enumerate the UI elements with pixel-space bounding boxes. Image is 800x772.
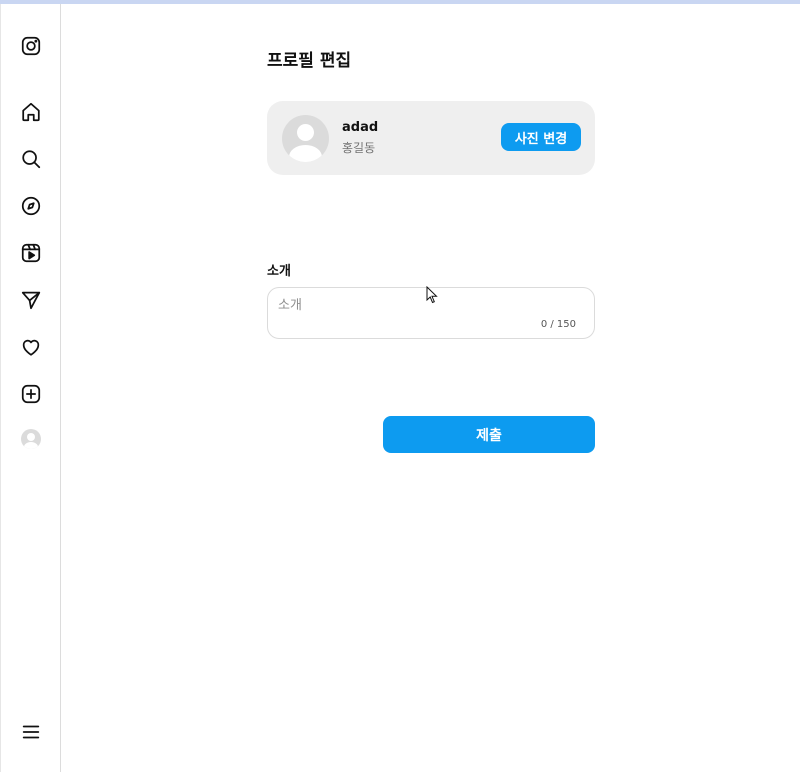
create-plus-icon[interactable] bbox=[19, 382, 43, 406]
avatar-head-shape bbox=[297, 124, 314, 141]
avatar-body-shape bbox=[289, 145, 322, 162]
bio-character-counter: 0 / 150 bbox=[540, 319, 576, 330]
profile-card: adad 홍길동 사진 변경 bbox=[267, 101, 595, 175]
menu-hamburger-icon[interactable] bbox=[19, 720, 43, 744]
browser-top-border bbox=[0, 0, 800, 4]
submit-button[interactable]: 제출 bbox=[383, 416, 595, 453]
profile-avatar-icon[interactable] bbox=[21, 429, 41, 449]
profile-full-name: 홍길동 bbox=[342, 141, 376, 155]
profile-avatar bbox=[282, 115, 329, 162]
search-icon[interactable] bbox=[19, 147, 43, 171]
page-title: 프로필 편집 bbox=[267, 51, 352, 71]
reels-icon[interactable] bbox=[19, 241, 43, 265]
sidebar bbox=[0, 4, 61, 772]
bio-label: 소개 bbox=[267, 264, 291, 279]
messages-send-icon[interactable] bbox=[19, 288, 43, 312]
avatar-head-shape bbox=[27, 433, 35, 441]
explore-compass-icon[interactable] bbox=[19, 194, 43, 218]
instagram-logo-icon[interactable] bbox=[19, 34, 43, 58]
avatar-body-shape bbox=[24, 442, 38, 449]
mouse-cursor-icon bbox=[426, 286, 438, 304]
change-photo-button[interactable]: 사진 변경 bbox=[501, 123, 581, 151]
notifications-heart-icon[interactable] bbox=[19, 335, 43, 359]
home-icon[interactable] bbox=[19, 100, 43, 124]
profile-username: adad bbox=[342, 120, 379, 135]
